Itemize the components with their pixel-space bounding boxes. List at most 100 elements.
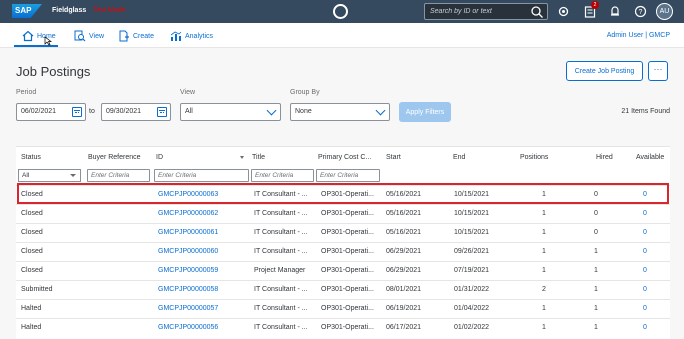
cell-start-date: 05/16/2021	[386, 210, 422, 217]
cell-positions: 2	[542, 286, 546, 293]
search-input[interactable]	[425, 8, 530, 15]
column-header-hired[interactable]: Hired	[596, 154, 613, 161]
cell-status: Closed	[21, 248, 43, 255]
user-avatar[interactable]: AU	[656, 3, 673, 20]
cell-available[interactable]: 0	[643, 229, 647, 236]
shell-bar: SAP Fieldglass Test Mode 2 ? AU	[0, 0, 684, 23]
status-filter-select[interactable]: All	[18, 169, 81, 182]
nav-view[interactable]: View	[74, 28, 104, 44]
cell-available[interactable]: 0	[643, 305, 647, 312]
cell-hired: 1	[594, 248, 598, 255]
cell-available[interactable]: 0	[643, 324, 647, 331]
cell-start-date: 06/29/2021	[386, 267, 422, 274]
cell-end-date: 10/15/2021	[454, 210, 490, 217]
table-row[interactable]: Closed GMCPJP00000061 IT Consultant - ... O…	[16, 223, 670, 242]
nav-bar: Home View Create Analytics Admin User | …	[0, 23, 684, 48]
cell-end-date: 09/26/2021	[454, 248, 490, 255]
search-field[interactable]	[424, 3, 548, 20]
table-row[interactable]: Submitted GMCPJP00000058 IT Consultant - .…	[16, 280, 670, 299]
table-row[interactable]: Closed GMCPJP00000060 IT Consultant - ... O…	[16, 242, 670, 261]
table-row[interactable]: Closed GMCPJP00000059 Project Manager OP301…	[16, 261, 670, 280]
column-header-available[interactable]: Available	[636, 154, 664, 161]
user-account-link[interactable]: Admin User | GMCP	[607, 32, 670, 39]
nav-analytics[interactable]: Analytics	[170, 28, 213, 44]
id-filter-input[interactable]: Enter Criteria	[154, 169, 249, 182]
cell-positions: 1	[542, 210, 546, 217]
group-by-select[interactable]: None	[290, 103, 390, 121]
cell-title: IT Consultant - ...	[254, 210, 308, 217]
cell-status: Closed	[21, 210, 43, 217]
analytics-icon	[170, 30, 182, 42]
table-row[interactable]: Halted GMCPJP00000056 IT Consultant - ... O…	[16, 318, 670, 337]
column-header-title[interactable]: Title	[252, 154, 265, 161]
cell-available[interactable]: 0	[643, 248, 647, 255]
home-icon	[22, 30, 34, 42]
search-icon[interactable]	[530, 5, 544, 19]
cell-title: IT Consultant - ...	[254, 324, 308, 331]
sap-logo[interactable]: SAP	[12, 4, 42, 18]
chevron-down-icon	[375, 105, 386, 116]
settings-gear-icon[interactable]	[556, 4, 571, 19]
cell-title: Project Manager	[254, 267, 306, 274]
cell-id[interactable]: GMCPJP00000056	[158, 324, 218, 331]
cost-center-filter-input[interactable]: Enter Criteria	[316, 169, 380, 182]
column-header-start[interactable]: Start	[386, 154, 401, 161]
cell-primary-cost-center: OP301-Operati...	[321, 267, 374, 274]
table-row[interactable]: Halted GMCPJP00000057 IT Consultant - ... O…	[16, 299, 670, 318]
cell-start-date: 06/29/2021	[386, 248, 422, 255]
to-label: to	[89, 108, 95, 115]
cell-hired: 1	[594, 286, 598, 293]
sort-descending-icon[interactable]	[240, 156, 244, 159]
highlighted-row-outline	[17, 183, 669, 204]
buyer-reference-filter-input[interactable]: Enter Criteria	[87, 169, 150, 182]
column-header-buyer-reference[interactable]: Buyer Reference	[88, 154, 141, 161]
items-found-count: 21 Items Found	[621, 108, 670, 115]
cell-id[interactable]: GMCPJP00000061	[158, 229, 218, 236]
nav-view-label: View	[89, 32, 105, 40]
calendar-icon[interactable]	[157, 107, 167, 117]
cell-hired: 1	[594, 324, 598, 331]
create-icon	[118, 30, 130, 42]
column-header-id[interactable]: ID	[156, 154, 163, 161]
loading-circle-icon	[333, 4, 348, 19]
svg-text:?: ?	[639, 9, 643, 16]
title-filter-input[interactable]: Enter Criteria	[251, 169, 314, 182]
dropdown-arrow-icon	[70, 174, 76, 177]
table-filter-row: All Enter Criteria Enter Criteria Enter …	[16, 167, 670, 183]
view-select[interactable]: All	[180, 103, 281, 121]
cell-id[interactable]: GMCPJP00000059	[158, 267, 218, 274]
help-icon[interactable]: ?	[633, 4, 648, 19]
cell-hired: 0	[594, 210, 598, 217]
cell-available[interactable]: 0	[643, 267, 647, 274]
cell-id[interactable]: GMCPJP00000057	[158, 305, 218, 312]
calendar-icon[interactable]	[72, 107, 82, 117]
column-header-end[interactable]: End	[453, 154, 465, 161]
cell-available[interactable]: 0	[643, 210, 647, 217]
column-header-positions[interactable]: Positions	[520, 154, 548, 161]
view-search-icon	[74, 30, 86, 42]
cell-status: Halted	[21, 324, 42, 331]
period-from-field[interactable]: 06/02/2021	[16, 103, 86, 121]
cell-primary-cost-center: OP301-Operati...	[321, 210, 374, 217]
create-job-posting-button[interactable]: Create Job Posting	[566, 61, 643, 81]
period-to-field[interactable]: 09/30/2021	[101, 103, 171, 121]
cell-id[interactable]: GMCPJP00000062	[158, 210, 218, 217]
period-to-value: 09/30/2021	[106, 108, 142, 115]
cell-id[interactable]: GMCPJP00000060	[158, 248, 218, 255]
cell-end-date: 01/04/2022	[454, 305, 490, 312]
chevron-down-icon	[266, 105, 277, 116]
page-title: Job Postings	[16, 64, 91, 79]
cell-available[interactable]: 0	[643, 286, 647, 293]
cell-id[interactable]: GMCPJP00000058	[158, 286, 218, 293]
table-row[interactable]: Closed GMCPJP00000062 IT Consultant - ... O…	[16, 204, 670, 223]
column-header-status[interactable]: Status	[21, 154, 41, 161]
column-header-primary-cost-center[interactable]: Primary Cost C...	[318, 154, 371, 161]
nav-create[interactable]: Create	[118, 28, 154, 44]
cell-positions: 1	[542, 267, 546, 274]
more-options-button[interactable]: ···	[648, 61, 668, 81]
cell-end-date: 07/19/2021	[454, 267, 490, 274]
bell-icon[interactable]	[607, 4, 622, 19]
notification-badge: 2	[591, 1, 599, 9]
apply-filters-button[interactable]: Apply Filters	[399, 102, 451, 122]
cell-primary-cost-center: OP301-Operati...	[321, 305, 374, 312]
